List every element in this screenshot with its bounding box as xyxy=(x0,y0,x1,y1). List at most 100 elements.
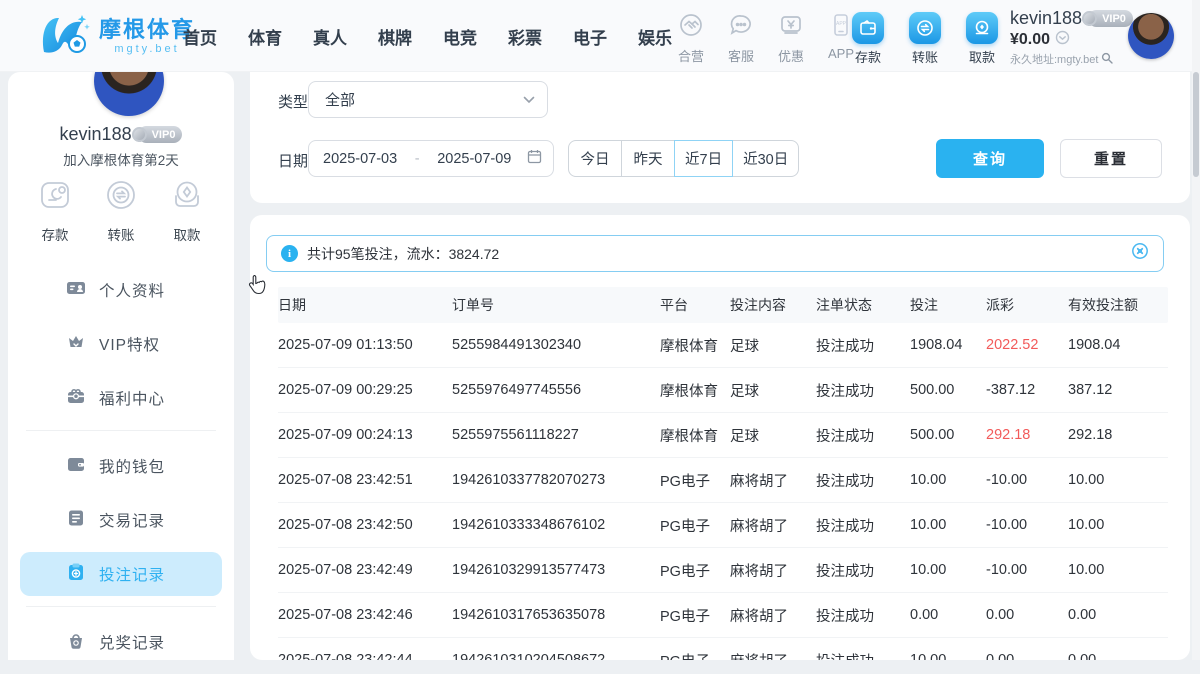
sidebar-item-wallet[interactable]: 我的钱包 xyxy=(20,444,222,488)
wallet-icon xyxy=(66,454,86,479)
table-header-row: 日期 订单号 平台 投注内容 注单状态 投注 派彩 有效投注额 xyxy=(278,287,1168,323)
sidebar: kevin188 VIP0 加入摩根体育第2天 存款 转账 xyxy=(8,72,234,660)
range-today-button[interactable]: 今日 xyxy=(568,140,622,177)
withdraw-button[interactable]: 取款 xyxy=(962,12,1002,66)
cell-payout: -10.00 xyxy=(986,517,1068,533)
nav-item-slots[interactable]: 电子 xyxy=(573,24,607,49)
cell-date: 2025-07-08 23:42:46 xyxy=(278,607,452,623)
reset-button[interactable]: 重置 xyxy=(1060,139,1162,178)
cell-bet: 10.00 xyxy=(910,517,986,533)
cell-order: 5255984491302340 xyxy=(452,337,660,353)
header-bet: 投注 xyxy=(910,295,986,315)
chat-icon xyxy=(728,12,754,43)
cell-platform: 摩根体育 xyxy=(660,380,730,401)
chevron-down-icon xyxy=(523,91,535,109)
summary-expand-icon[interactable] xyxy=(1131,242,1149,265)
type-select[interactable]: 全部 xyxy=(308,81,548,118)
range-yesterday-button[interactable]: 昨天 xyxy=(621,140,675,177)
header-platform: 平台 xyxy=(660,295,730,315)
filter-panel: 类型: 全部 日期: 2025-07-03 - 2025-07-09 今日 昨天… xyxy=(250,72,1190,203)
cell-payout: 292.18 xyxy=(986,427,1068,443)
deposit-icon xyxy=(852,12,884,44)
scrollbar-thumb[interactable] xyxy=(1193,72,1199,177)
sidebar-item-vip[interactable]: VIP特权 xyxy=(20,322,222,366)
cell-content: 足球 xyxy=(730,335,816,356)
gift-box-icon xyxy=(66,386,86,411)
user-avatar[interactable] xyxy=(1128,13,1174,59)
cell-payout: -387.12 xyxy=(986,382,1068,398)
table-row: 2025-07-08 23:42:511942610337782070273PG… xyxy=(278,458,1168,503)
promo-button[interactable]: 优惠 xyxy=(772,12,810,65)
cell-payout: -10.00 xyxy=(986,562,1068,578)
nav-item-live[interactable]: 真人 xyxy=(313,24,347,49)
date-range-input[interactable]: 2025-07-03 - 2025-07-09 xyxy=(308,140,554,177)
nav-item-esports[interactable]: 电竞 xyxy=(443,24,477,49)
gift-bag-icon xyxy=(66,630,86,655)
date-separator: - xyxy=(413,151,422,167)
sidebar-menu: 个人资料 VIP特权 福利中心 我的钱包 xyxy=(8,268,234,674)
cell-order: 1942610317653635078 xyxy=(452,607,660,623)
cell-content: 麻将胡了 xyxy=(730,560,816,581)
sidebar-deposit-button[interactable]: 存款 xyxy=(36,176,74,244)
nav-item-sports[interactable]: 体育 xyxy=(248,24,282,49)
sidebar-withdraw-button[interactable]: 取款 xyxy=(168,176,206,244)
cell-status: 投注成功 xyxy=(816,515,910,536)
cell-date: 2025-07-08 23:42:49 xyxy=(278,562,452,578)
cell-status: 投注成功 xyxy=(816,425,910,446)
cell-date: 2025-07-08 23:42:51 xyxy=(278,472,452,488)
header-content: 投注内容 xyxy=(730,295,816,315)
cell-order: 5255976497745556 xyxy=(452,382,660,398)
transfer-button[interactable]: 转账 xyxy=(905,12,945,66)
deposit-outline-icon xyxy=(36,176,74,219)
svg-text:APP: APP xyxy=(836,21,847,27)
cell-valid: 0.00 xyxy=(1068,607,1168,623)
withdraw-icon xyxy=(966,12,998,44)
cell-content: 麻将胡了 xyxy=(730,605,816,626)
transfer-icon xyxy=(909,12,941,44)
cell-date: 2025-07-09 01:13:50 xyxy=(278,337,452,353)
nav-item-entertainment[interactable]: 娱乐 xyxy=(638,24,672,49)
brand-logo[interactable]: 摩根体育 mgty.bet xyxy=(38,11,195,62)
sidebar-item-redeem-records[interactable]: 兑奖记录 xyxy=(20,620,222,664)
range-30days-button[interactable]: 近30日 xyxy=(732,140,799,177)
sidebar-item-benefits[interactable]: 福利中心 xyxy=(20,376,222,420)
cell-status: 投注成功 xyxy=(816,650,910,661)
header-date: 日期 xyxy=(278,295,452,315)
nav-item-home[interactable]: 首页 xyxy=(183,24,217,49)
partner-button[interactable]: 合营 xyxy=(672,12,710,65)
user-block[interactable]: kevin188 VIP0 ¥0.00 永久地址:mgty.bet xyxy=(1010,8,1133,67)
cell-payout: -10.00 xyxy=(986,472,1068,488)
cell-platform: 摩根体育 xyxy=(660,425,730,446)
main-nav: 首页 体育 真人 棋牌 电竞 彩票 电子 娱乐 xyxy=(183,0,672,72)
cell-content: 足球 xyxy=(730,380,816,401)
support-button[interactable]: 客服 xyxy=(722,12,760,65)
range-7days-button[interactable]: 近7日 xyxy=(674,140,733,177)
cell-valid: 10.00 xyxy=(1068,562,1168,578)
deposit-button[interactable]: 存款 xyxy=(848,12,888,66)
cell-bet: 0.00 xyxy=(910,607,986,623)
cell-status: 投注成功 xyxy=(816,470,910,491)
header-status: 注单状态 xyxy=(816,295,910,315)
refresh-balance-icon[interactable] xyxy=(1055,30,1070,50)
sidebar-item-profile[interactable]: 个人资料 xyxy=(20,268,222,312)
cell-status: 投注成功 xyxy=(816,605,910,626)
page-scrollbar[interactable] xyxy=(1192,0,1200,660)
user-balance: ¥0.00 xyxy=(1010,31,1050,49)
cell-valid: 292.18 xyxy=(1068,427,1168,443)
info-icon: i xyxy=(281,245,298,262)
magnifier-icon[interactable] xyxy=(1101,52,1113,67)
crown-icon xyxy=(66,332,86,357)
profile-joined: 加入摩根体育第2天 xyxy=(8,149,234,169)
brand-logo-icon xyxy=(38,11,90,62)
sidebar-item-transactions[interactable]: 交易记录 xyxy=(20,498,222,542)
search-button[interactable]: 查询 xyxy=(936,139,1044,178)
nav-item-cards[interactable]: 棋牌 xyxy=(378,24,412,49)
menu-divider xyxy=(26,606,216,607)
sidebar-item-bet-records[interactable]: 投注记录 xyxy=(20,552,222,596)
sidebar-transfer-button[interactable]: 转账 xyxy=(102,176,140,244)
cell-content: 足球 xyxy=(730,425,816,446)
nav-item-lottery[interactable]: 彩票 xyxy=(508,24,542,49)
coupon-icon xyxy=(778,12,804,43)
table-row: 2025-07-09 01:13:505255984491302340摩根体育足… xyxy=(278,323,1168,368)
cell-bet: 10.00 xyxy=(910,652,986,660)
